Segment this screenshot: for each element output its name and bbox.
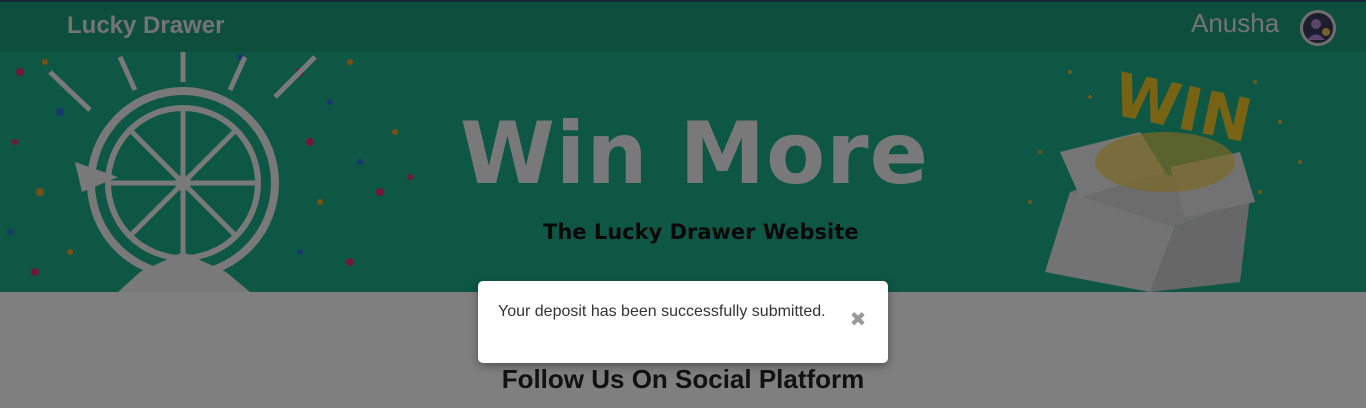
dialog-message: Your deposit has been successfully submi… (498, 303, 826, 320)
deposit-success-dialog: Your deposit has been successfully submi… (478, 281, 888, 363)
close-icon[interactable]: ✖ (848, 309, 868, 329)
